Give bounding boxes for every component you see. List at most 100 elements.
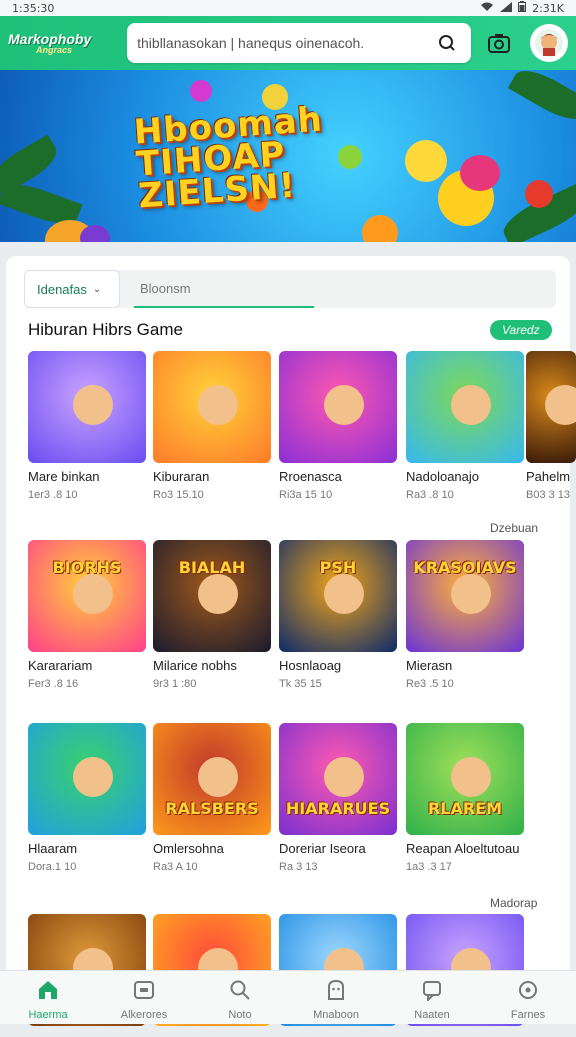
game-thumbnail[interactable]: HIARARUES <box>279 723 397 835</box>
game-card[interactable]: Hlaaram Dora.1 10 <box>28 723 146 873</box>
section-title: Hiburan Hibrs Game <box>28 320 183 340</box>
game-card[interactable]: BIALAHMilarice nobhs9r3 1 :80 <box>153 540 271 690</box>
character-illustration <box>73 574 113 614</box>
character-illustration <box>545 385 576 425</box>
home-icon <box>37 979 59 1006</box>
game-card[interactable]: Nadoloanajo Ra3 .8 10 <box>406 351 524 501</box>
status-time: 1:35:30 <box>12 2 54 15</box>
game-card[interactable]: Kiburaran Ro3 15.10 <box>153 351 271 501</box>
nav-item[interactable]: Farnes <box>488 979 568 1021</box>
thumbnail-text: RALSBERS <box>153 799 271 818</box>
nav-item[interactable]: Mnaboon <box>296 979 376 1021</box>
avatar[interactable] <box>530 24 568 62</box>
game-card[interactable]: RALSBERS Omlersohna Ra3 A 10 <box>153 723 271 873</box>
game-title: Hosnlaoag <box>279 658 397 673</box>
app-logo[interactable]: Markophoby Angracs <box>8 23 117 63</box>
nav-item[interactable]: Noto <box>200 979 280 1021</box>
game-title: Hlaaram <box>28 841 146 856</box>
character-illustration <box>451 757 491 797</box>
game-card[interactable]: Pahelm B03 3 13 <box>526 351 576 501</box>
search-icon <box>229 979 251 1006</box>
character-illustration <box>198 385 238 425</box>
game-title: Doreriar Iseora <box>279 841 397 856</box>
filter-tab[interactable]: Bloonsm <box>134 270 314 308</box>
game-title: Mare binkan <box>28 469 146 484</box>
game-meta: Tk 35 15 <box>279 678 397 690</box>
game-title: Pahelm <box>526 469 576 484</box>
game-card[interactable]: Mare binkan 1er3 .8 10 <box>28 351 146 501</box>
category-dropdown[interactable]: Idenafas ⌄ <box>24 270 120 308</box>
promo-banner[interactable]: Hboomah TIHOAP ZIELSN! <box>0 70 576 242</box>
game-thumbnail[interactable]: KRASOIAVS <box>406 540 524 652</box>
nav-item[interactable]: Alkerores <box>104 979 184 1021</box>
wallet-icon <box>133 979 155 1006</box>
wifi-icon <box>480 2 494 15</box>
character-illustration <box>198 574 238 614</box>
character-illustration <box>324 757 364 797</box>
game-thumbnail[interactable] <box>28 351 146 463</box>
game-card[interactable]: RroenascaRi3a 15 10 <box>279 351 397 501</box>
game-thumbnail[interactable]: RLAREM <box>406 723 524 835</box>
game-thumbnail[interactable] <box>153 351 271 463</box>
view-more-button[interactable]: Varedz <box>490 320 552 340</box>
character-illustration <box>451 385 491 425</box>
game-thumbnail[interactable]: BIORHS <box>28 540 146 652</box>
game-meta: 1er3 .8 10 <box>28 489 146 501</box>
character-illustration <box>198 757 238 797</box>
game-thumbnail[interactable]: RALSBERS <box>153 723 271 835</box>
message-icon <box>421 979 443 1006</box>
game-title: Kararariam <box>28 658 146 673</box>
nav-label: Farnes <box>511 1009 545 1021</box>
game-thumbnail[interactable]: PSH <box>279 540 397 652</box>
bottom-nav: Haerma Alkerores Noto Mnaboon Naaten Farnes <box>0 970 576 1024</box>
game-meta: Fer3 .8 16 <box>28 678 146 690</box>
character-illustration <box>324 385 364 425</box>
game-card[interactable]: HIARARUES Doreriar Iseora Ra 3 13 <box>279 723 397 873</box>
banner-title: Hboomah TIHOAP ZIELSN! <box>133 104 328 213</box>
search-bar <box>127 23 470 63</box>
chat-icon <box>325 979 347 1006</box>
row-link[interactable]: Dzebuan <box>490 521 538 535</box>
game-title: Rroenasca <box>279 469 397 484</box>
nav-item[interactable]: Naaten <box>392 979 472 1021</box>
game-card[interactable]: KRASOIAVSMierasnRe3 .5 10 <box>406 540 524 690</box>
search-icon[interactable] <box>433 29 461 57</box>
game-title: Milarice nobhs <box>153 658 271 673</box>
game-title: Reapan Aloeltutoau <box>406 841 524 856</box>
game-meta: B03 3 13 <box>526 489 576 501</box>
camera-icon[interactable] <box>483 26 517 60</box>
game-card[interactable]: BIORHS Kararariam Fer3 .8 16 <box>28 540 146 690</box>
nav-label: Naaten <box>414 1009 449 1021</box>
search-input[interactable] <box>137 35 432 51</box>
battery-text: 2:31K <box>532 2 564 15</box>
game-thumbnail[interactable] <box>526 351 576 463</box>
character-illustration <box>73 385 113 425</box>
nav-label: Mnaboon <box>313 1009 359 1021</box>
game-card[interactable]: PSH Hosnlaoag Tk 35 15 <box>279 540 397 690</box>
game-meta: Ra3 A 10 <box>153 861 271 873</box>
game-title: Nadoloanajo <box>406 469 524 484</box>
thumbnail-text: RLAREM <box>406 799 524 818</box>
game-thumbnail[interactable] <box>28 723 146 835</box>
thumbnail-text: KRASOIAVS <box>406 558 524 577</box>
game-meta: Ra3 .8 10 <box>406 489 524 501</box>
thumbnail-text: HIARARUES <box>279 799 397 818</box>
game-card[interactable]: RLAREMReapan Aloeltutoau1a3 .3 17 <box>406 723 524 873</box>
game-meta: Re3 .5 10 <box>406 678 524 690</box>
game-meta: Ra 3 13 <box>279 861 397 873</box>
status-bar: 1:35:30 2:31K <box>0 0 576 16</box>
game-thumbnail[interactable] <box>279 351 397 463</box>
game-title: Omlersohna <box>153 841 271 856</box>
nav-item[interactable]: Haerma <box>8 979 88 1021</box>
game-meta: Dora.1 10 <box>28 861 146 873</box>
game-meta: Ro3 15.10 <box>153 489 271 501</box>
nav-label: Alkerores <box>121 1009 167 1021</box>
game-thumbnail[interactable] <box>406 351 524 463</box>
thumbnail-text: BIALAH <box>153 558 271 577</box>
game-title: Kiburaran <box>153 469 271 484</box>
character-illustration <box>451 574 491 614</box>
nav-label: Haerma <box>28 1009 67 1021</box>
row-link[interactable]: Madorap <box>490 896 537 910</box>
character-illustration <box>73 757 113 797</box>
game-thumbnail[interactable]: BIALAH <box>153 540 271 652</box>
